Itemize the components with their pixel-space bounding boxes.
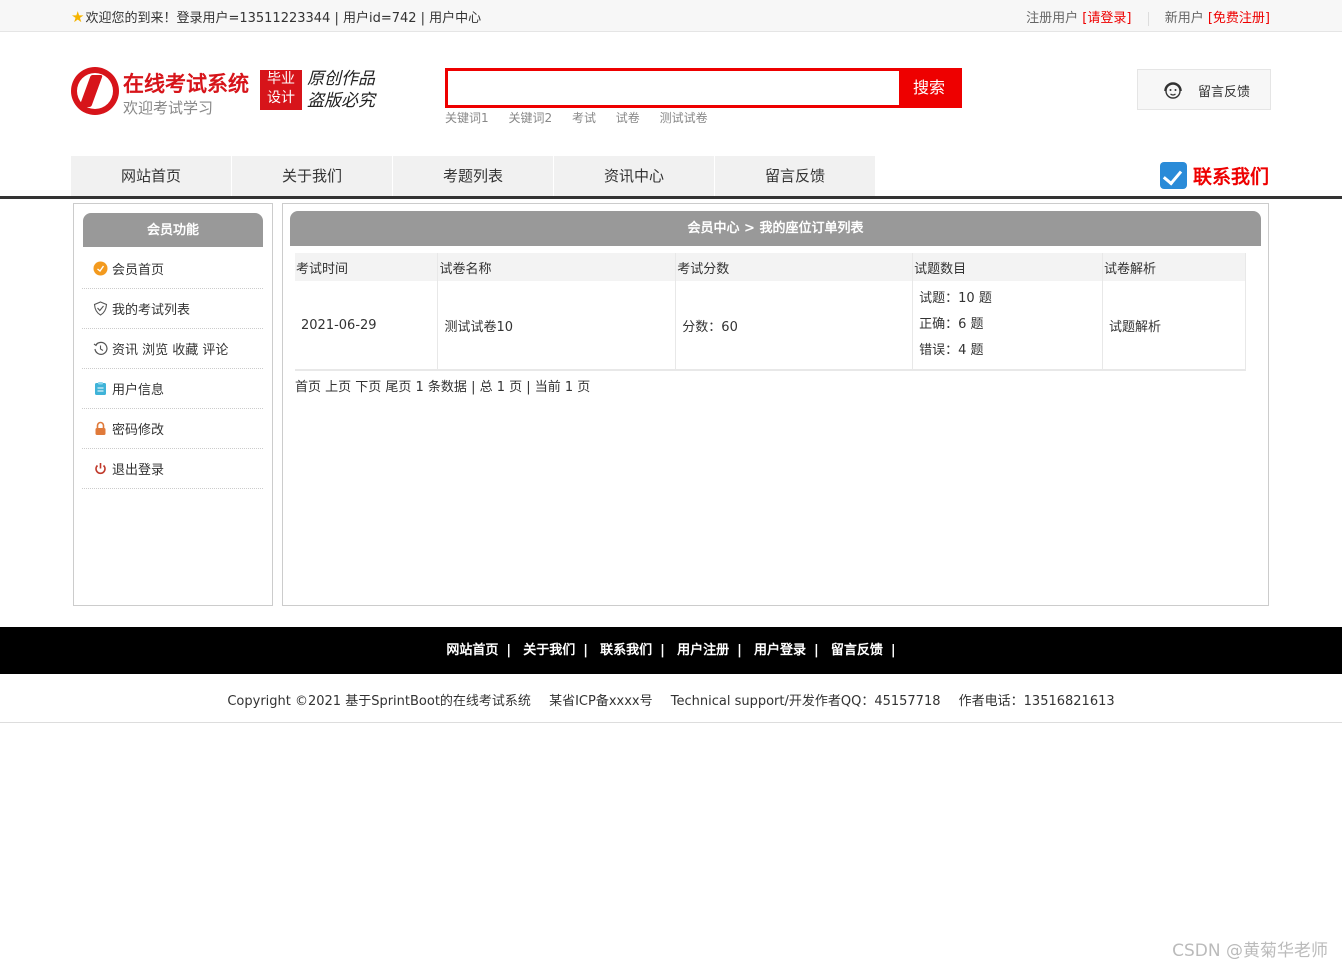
logo-title: 在线考试系统 (123, 72, 249, 96)
clipboard-icon (95, 382, 106, 395)
nav-item-news[interactable]: 资讯中心 (554, 156, 714, 196)
copyright-bar: Copyright ©2021 基于SprintBoot的在线考试系统 某省IC… (0, 690, 1342, 709)
sidebar-item-change-password[interactable]: 密码修改 (82, 409, 263, 449)
footer-link[interactable]: 联系我们 (600, 643, 652, 658)
slogan-line-1: 原创作品 (307, 69, 375, 89)
page-title: 会员中心 > 我的座位订单列表 (290, 211, 1261, 246)
column-header: 试卷解析 (1102, 253, 1246, 281)
sidebar-item-user-info[interactable]: 用户信息 (82, 369, 263, 409)
slogan-line-2: 盗版必究 (307, 91, 375, 111)
welcome-text: ★ 欢迎您的到来！登录用户=13511223344 | 用户id=742 | 用… (71, 7, 481, 27)
phone-text: 作者电话：13516821613 (958, 694, 1115, 709)
headset-icon (1164, 82, 1182, 99)
orange-circle-icon (93, 261, 108, 276)
feedback-label: 留言反馈 (1198, 85, 1251, 100)
footer-link[interactable]: 用户注册 (677, 643, 729, 658)
sidebar-item-label: 密码修改 (112, 423, 165, 438)
login-link[interactable]: [请登录] (1082, 11, 1131, 26)
pagination[interactable]: 首页 上页 下页 尾页 1 条数据 | 总 1 页 | 当前 1 页 (295, 376, 590, 395)
nav-item-feedback[interactable]: 留言反馈 (715, 156, 875, 196)
sidebar-item-label: 会员首页 (112, 263, 165, 278)
history-icon (93, 341, 108, 355)
logo-slogan: 原创作品 盗版必究 (307, 68, 375, 112)
copyright-text: Copyright ©2021 基于SprintBoot的在线考试系统 (227, 694, 531, 709)
footer-divider (0, 722, 1342, 723)
site-logo[interactable]: 在线考试系统 欢迎考试学习 毕业 设计 原创作品 盗版必究 (71, 66, 391, 117)
sidebar-item-label: 用户信息 (112, 383, 165, 398)
member-sidebar: 会员功能 会员首页 我的考试列表 资讯 浏览 收藏 评论 用户信息 密码修改 退… (73, 203, 273, 606)
logo-mark-icon (71, 67, 119, 115)
support-text: Technical support/开发作者QQ：45157718 (670, 694, 941, 709)
shield-icon (93, 301, 108, 316)
search-button[interactable]: 搜索 (899, 71, 959, 105)
total-questions: 试题：10 题 (919, 291, 992, 306)
nav-item-exam-list[interactable]: 考题列表 (393, 156, 553, 196)
register-label: 注册用户 (1026, 11, 1079, 26)
sidebar-title: 会员功能 (83, 213, 263, 247)
sidebar-item-member-home[interactable]: 会员首页 (82, 249, 263, 289)
badge-line-2: 设计 (267, 90, 295, 106)
sidebar-item-news-activity[interactable]: 资讯 浏览 收藏 评论 (82, 329, 263, 369)
hotword-link[interactable]: 关键词1 (445, 111, 489, 125)
search-input[interactable] (448, 71, 902, 105)
exam-orders-table: 考试时间 试卷名称 考试分数 试题数目 试卷解析 2021-06-29 测试试卷… (295, 253, 1246, 371)
star-icon: ★ (71, 7, 85, 26)
sidebar-item-logout[interactable]: 退出登录 (82, 449, 263, 489)
icp-text: 某省ICP备xxxx号 (549, 694, 653, 709)
wrong-count: 错误：4 题 (919, 343, 984, 358)
newuser-label: 新用户 (1164, 11, 1204, 26)
exam-time-cell: 2021-06-29 (295, 281, 439, 371)
footer-link[interactable]: 留言反馈 (831, 643, 883, 658)
main-nav: 网站首页 关于我们 考题列表 资讯中心 留言反馈 (71, 156, 876, 196)
correct-count: 正确：6 题 (919, 317, 984, 332)
hotword-link[interactable]: 关键词2 (508, 111, 552, 125)
lock-icon (95, 421, 106, 435)
column-header: 试题数目 (912, 253, 1104, 281)
watermark: CSDN @黄菊华老师 (1172, 941, 1328, 961)
signup-link[interactable]: [免费注册] (1208, 11, 1270, 26)
top-bar: ★ 欢迎您的到来！登录用户=13511223344 | 用户id=742 | 用… (0, 0, 1342, 32)
hotword-link[interactable]: 测试试卷 (660, 111, 708, 125)
badge-line-1: 毕业 (267, 71, 295, 87)
question-count-cell: 试题：10 题 正确：6 题 错误：4 题 (912, 281, 1104, 371)
logo-subtitle: 欢迎考试学习 (123, 99, 214, 117)
table-header-row: 考试时间 试卷名称 考试分数 试题数目 试卷解析 (295, 253, 1246, 281)
column-header: 试卷名称 (437, 253, 677, 281)
column-header: 考试分数 (675, 253, 914, 281)
column-header: 考试时间 (295, 253, 439, 281)
hotword-link[interactable]: 考试 (572, 111, 596, 125)
divider (1147, 11, 1149, 26)
nav-divider (0, 196, 1342, 199)
analysis-link[interactable]: 试题解析 (1102, 281, 1246, 371)
table-row: 2021-06-29 测试试卷10 分数：60 试题：10 题 正确：6 题 错… (295, 281, 1246, 371)
account-links: 注册用户 [请登录] 新用户 [免费注册] (1026, 7, 1270, 26)
main-panel: 会员中心 > 我的座位订单列表 考试时间 试卷名称 考试分数 试题数目 试卷解析… (282, 203, 1269, 606)
nav-item-about[interactable]: 关于我们 (232, 156, 392, 196)
contact-us-link[interactable]: 联系我们 (1160, 160, 1269, 190)
nav-item-home[interactable]: 网站首页 (71, 156, 231, 196)
search-bar: 搜索 (445, 68, 962, 108)
hotword-link[interactable]: 试卷 (616, 111, 640, 125)
hot-keywords: 关键词1 关键词2 考试 试卷 测试试卷 (445, 109, 724, 126)
sidebar-item-label: 我的考试列表 (112, 303, 191, 318)
paper-name-cell: 测试试卷10 (437, 281, 677, 371)
footer-link[interactable]: 用户登录 (754, 643, 806, 658)
score-cell: 分数：60 (675, 281, 914, 371)
footer-link[interactable]: 网站首页 (446, 643, 498, 658)
power-icon (95, 463, 106, 475)
sidebar-item-label: 资讯 浏览 收藏 评论 (112, 343, 229, 358)
footer-link[interactable]: 关于我们 (523, 643, 575, 658)
footer-nav: 网站首页 | 关于我们 | 联系我们 | 用户注册 | 用户登录 | 留言反馈 | (0, 627, 1342, 674)
contact-label: 联系我们 (1193, 165, 1270, 188)
graduation-badge: 毕业 设计 (260, 70, 302, 110)
sidebar-item-my-exams[interactable]: 我的考试列表 (82, 289, 263, 329)
checkmark-icon (1160, 161, 1187, 189)
sidebar-item-label: 退出登录 (112, 463, 165, 478)
feedback-button[interactable]: 留言反馈 (1137, 69, 1271, 110)
welcome-message[interactable]: 欢迎您的到来！登录用户=13511223344 | 用户id=742 | 用户中… (85, 7, 481, 26)
